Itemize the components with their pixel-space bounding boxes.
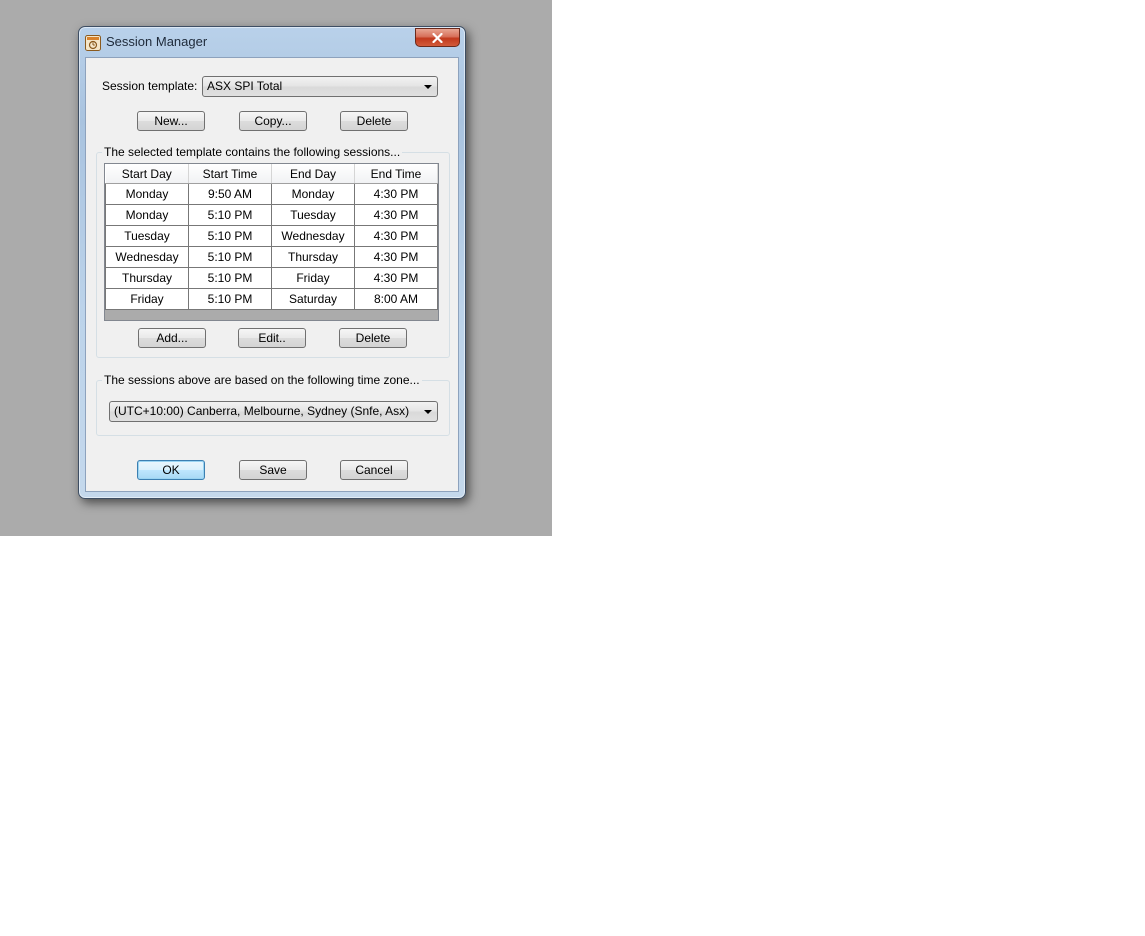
end-day-cell[interactable]: Monday <box>271 183 355 205</box>
sessions-grid[interactable]: Start Day Start Time End Day End Time Mo… <box>104 163 439 321</box>
dialog-client-area: Session template: ASX SPI Total New... C… <box>85 57 459 492</box>
start-time-cell[interactable]: 5:10 PM <box>188 246 272 268</box>
edit-session-button[interactable]: Edit.. <box>238 328 306 348</box>
timezone-group-label: The sessions above are based on the foll… <box>102 373 422 387</box>
start-time-cell[interactable]: 5:10 PM <box>188 267 272 289</box>
session-manager-window: Session Manager Session template: ASX SP… <box>78 26 466 499</box>
table-row[interactable]: Friday 5:10 PM Saturday 8:00 AM <box>105 288 438 310</box>
app-icon <box>85 35 101 51</box>
end-day-cell[interactable]: Thursday <box>271 246 355 268</box>
column-header-end-time[interactable]: End Time <box>354 164 438 184</box>
session-template-label: Session template: <box>102 79 198 93</box>
dropdown-arrow-icon <box>424 410 432 414</box>
table-row[interactable]: Monday 5:10 PM Tuesday 4:30 PM <box>105 204 438 226</box>
start-time-cell[interactable]: 9:50 AM <box>188 183 272 205</box>
close-icon <box>432 32 443 43</box>
table-row[interactable]: Tuesday 5:10 PM Wednesday 4:30 PM <box>105 225 438 247</box>
sessions-group-label: The selected template contains the follo… <box>102 145 403 159</box>
start-day-cell[interactable]: Monday <box>105 183 189 205</box>
ok-button[interactable]: OK <box>137 460 205 480</box>
window-title: Session Manager <box>106 34 208 49</box>
delete-template-button[interactable]: Delete <box>340 111 408 131</box>
start-time-cell[interactable]: 5:10 PM <box>188 288 272 310</box>
start-time-cell[interactable]: 5:10 PM <box>188 204 272 226</box>
copy-template-button[interactable]: Copy... <box>239 111 307 131</box>
start-day-cell[interactable]: Tuesday <box>105 225 189 247</box>
end-time-cell[interactable]: 4:30 PM <box>354 204 438 226</box>
end-time-cell[interactable]: 4:30 PM <box>354 225 438 247</box>
session-template-dropdown[interactable]: ASX SPI Total <box>202 76 438 97</box>
end-time-cell[interactable]: 4:30 PM <box>354 246 438 268</box>
timezone-value: (UTC+10:00) Canberra, Melbourne, Sydney … <box>114 404 410 418</box>
delete-session-button[interactable]: Delete <box>339 328 407 348</box>
column-header-end-day[interactable]: End Day <box>271 164 355 184</box>
column-header-start-day[interactable]: Start Day <box>105 164 189 184</box>
save-button[interactable]: Save <box>239 460 307 480</box>
start-day-cell[interactable]: Friday <box>105 288 189 310</box>
column-header-start-time[interactable]: Start Time <box>188 164 272 184</box>
start-day-cell[interactable]: Thursday <box>105 267 189 289</box>
new-template-button[interactable]: New... <box>137 111 205 131</box>
title-bar[interactable]: Session Manager <box>79 27 465 57</box>
add-session-button[interactable]: Add... <box>138 328 206 348</box>
dropdown-arrow-icon <box>424 85 432 89</box>
start-day-cell[interactable]: Monday <box>105 204 189 226</box>
end-day-cell[interactable]: Wednesday <box>271 225 355 247</box>
timezone-dropdown[interactable]: (UTC+10:00) Canberra, Melbourne, Sydney … <box>109 401 438 422</box>
sessions-header-row: Start Day Start Time End Day End Time <box>105 164 438 184</box>
session-template-value: ASX SPI Total <box>207 79 283 93</box>
close-button[interactable] <box>415 28 460 47</box>
table-row[interactable]: Wednesday 5:10 PM Thursday 4:30 PM <box>105 246 438 268</box>
end-time-cell[interactable]: 8:00 AM <box>354 288 438 310</box>
end-time-cell[interactable]: 4:30 PM <box>354 183 438 205</box>
end-time-cell[interactable]: 4:30 PM <box>354 267 438 289</box>
end-day-cell[interactable]: Friday <box>271 267 355 289</box>
start-day-cell[interactable]: Wednesday <box>105 246 189 268</box>
sessions-table: Start Day Start Time End Day End Time Mo… <box>105 164 438 310</box>
end-day-cell[interactable]: Tuesday <box>271 204 355 226</box>
end-day-cell[interactable]: Saturday <box>271 288 355 310</box>
table-row[interactable]: Thursday 5:10 PM Friday 4:30 PM <box>105 267 438 289</box>
table-row[interactable]: Monday 9:50 AM Monday 4:30 PM <box>105 183 438 205</box>
start-time-cell[interactable]: 5:10 PM <box>188 225 272 247</box>
cancel-button[interactable]: Cancel <box>340 460 408 480</box>
